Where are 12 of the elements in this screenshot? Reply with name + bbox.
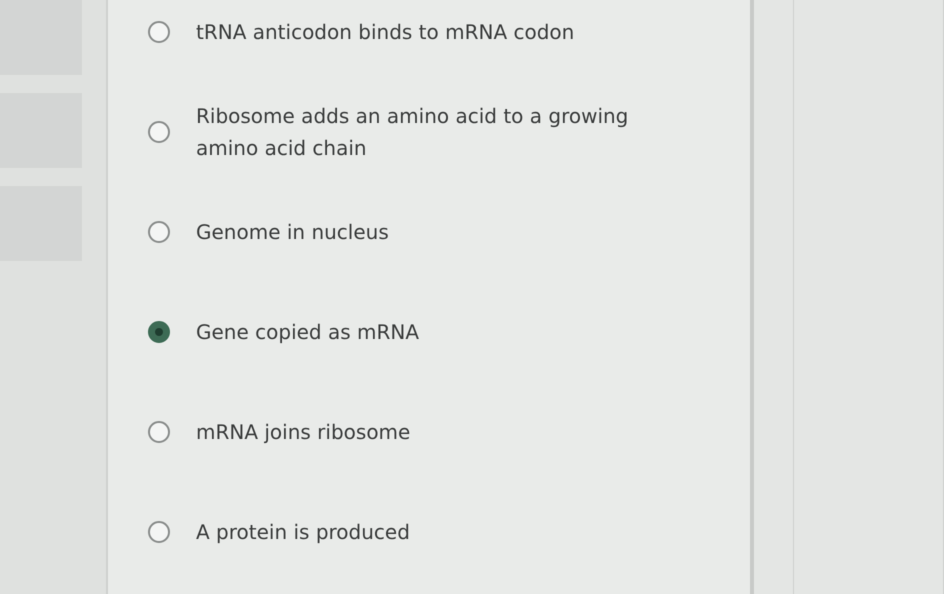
- radio-button[interactable]: [148, 421, 170, 443]
- radio-button[interactable]: [148, 521, 170, 543]
- option-label: tRNA anticodon binds to mRNA codon: [196, 19, 574, 46]
- radio-button[interactable]: [148, 21, 170, 43]
- radio-button[interactable]: [148, 121, 170, 143]
- radio-button[interactable]: [148, 221, 170, 243]
- option-label: A protein is produced: [196, 519, 410, 546]
- option-label: Gene copied as mRNA: [196, 319, 420, 346]
- option-label: Ribosome adds an amino acid to a growing amino acid chain: [196, 103, 630, 162]
- option-label: mRNA joins ribosome: [196, 419, 410, 446]
- option-label: Genome in nucleus: [196, 219, 389, 246]
- radio-button[interactable]: [148, 321, 170, 343]
